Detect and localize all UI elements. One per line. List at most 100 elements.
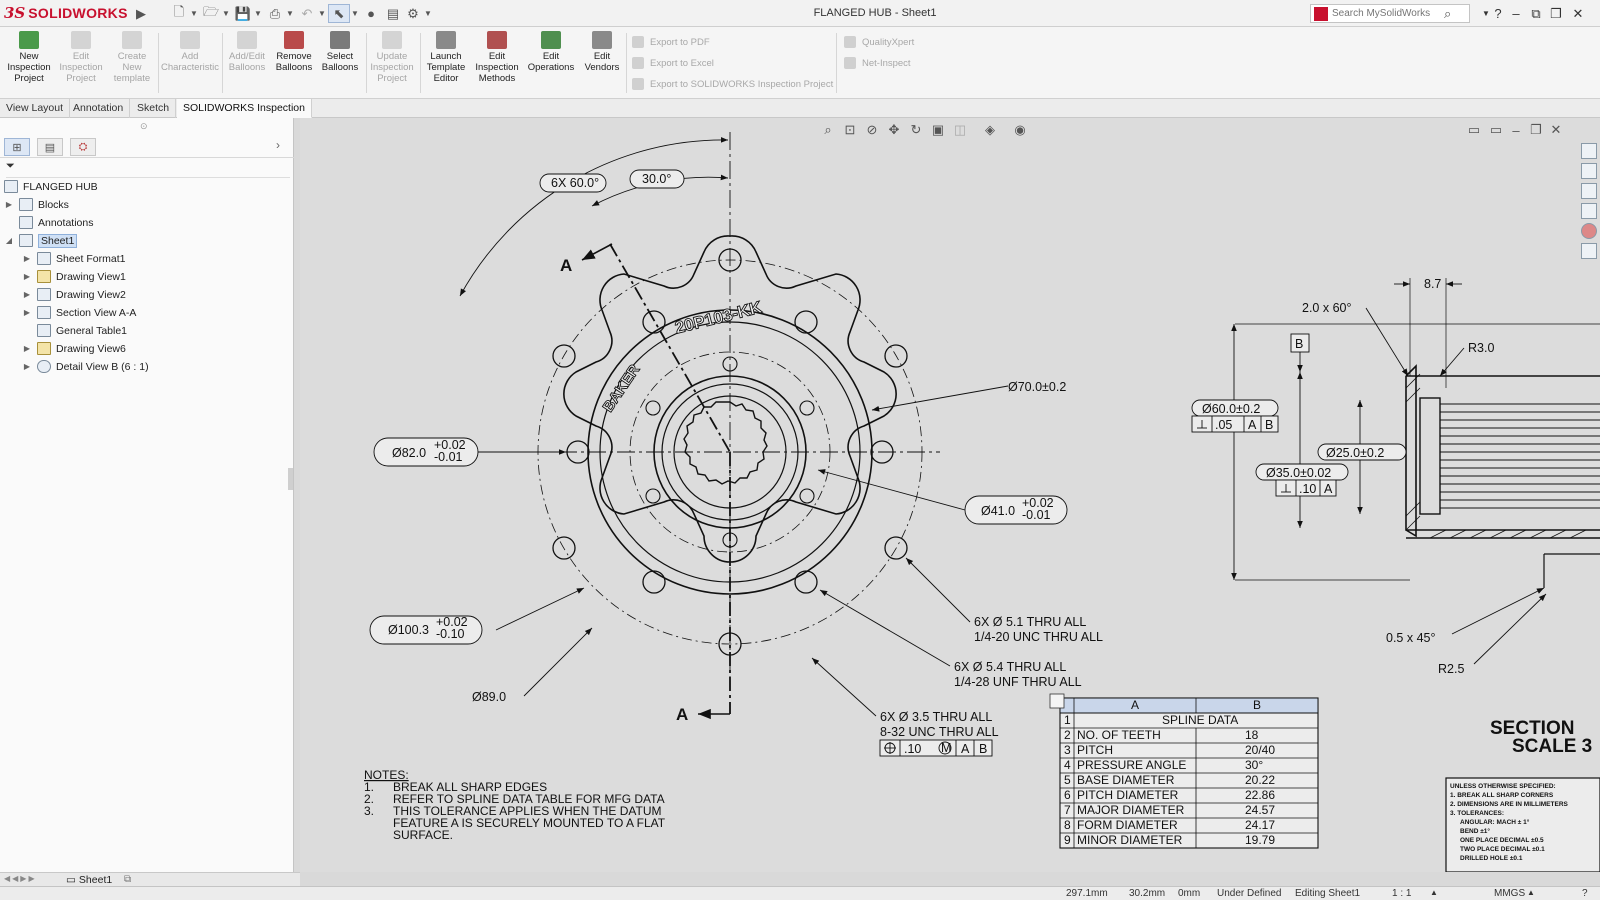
chevron-down-icon[interactable]: ▼ <box>423 4 433 23</box>
table-cell-a[interactable]: PITCH <box>1077 743 1113 757</box>
new-inspection-project-button[interactable]: New Inspection Project <box>4 31 54 95</box>
expand-icon[interactable]: ▶ <box>22 344 32 353</box>
status-units[interactable]: MMGS <box>1494 888 1525 899</box>
dim-d100[interactable]: Ø100.3 +0.02 -0.10 <box>369 615 483 645</box>
viewport-restore-icon[interactable]: ❐ <box>1528 122 1544 138</box>
table-cell-a[interactable]: NO. OF TEETH <box>1077 728 1161 742</box>
expand-icon[interactable]: ▶ <box>22 308 32 317</box>
table-move-handle-icon[interactable] <box>1049 693 1065 709</box>
remove-balloons-button[interactable]: Remove Balloons <box>272 31 316 95</box>
quick-tips-icon[interactable]: ? <box>1582 888 1588 899</box>
appearances-icon[interactable] <box>1581 223 1597 239</box>
tree-item-blocks[interactable]: ▶ Blocks <box>4 196 69 213</box>
search-icon[interactable]: ⌕ <box>1444 6 1451 22</box>
solidworks-logo[interactable]: 3S SOLIDWORKS <box>4 2 128 24</box>
table-cell-b[interactable]: 18 <box>1245 728 1259 742</box>
expand-icon[interactable]: ▶ <box>22 362 32 371</box>
previous-view-icon[interactable]: ⊘ <box>864 122 880 138</box>
restore-icon[interactable]: ❐ <box>1546 4 1566 23</box>
table-cell-a[interactable]: MINOR DIAMETER <box>1077 833 1183 847</box>
view-left-icon[interactable]: ▭ <box>1466 122 1482 138</box>
expand-icon[interactable]: ▶ <box>22 254 32 263</box>
create-new-template-button[interactable]: Create New template <box>108 31 156 95</box>
viewport-minimize-icon[interactable]: – <box>1508 122 1524 138</box>
custom-properties-icon[interactable] <box>1581 243 1597 259</box>
edit-inspection-project-button[interactable]: Edit Inspection Project <box>56 31 106 95</box>
add-edit-balloons-button[interactable]: Add/Edit Balloons <box>224 31 270 95</box>
print-icon[interactable]: ⎙ <box>264 4 286 23</box>
hole-callout-1[interactable]: 6X Ø 5.1 THRU ALL 1/4-20 UNC THRU ALL <box>974 615 1103 644</box>
chevron-down-icon[interactable]: ▼ <box>253 4 263 23</box>
tab-annotation[interactable]: Annotation <box>67 99 131 118</box>
expand-icon[interactable]: ▶ <box>22 290 32 299</box>
perpendicularity-frame-2[interactable]: .10 A <box>1275 479 1337 497</box>
design-library-icon[interactable] <box>1581 163 1597 179</box>
display-style-icon[interactable]: ▣ <box>930 122 946 138</box>
panel-grip-icon[interactable]: ⊙ <box>140 121 148 132</box>
tree-item-drawing-view1[interactable]: ▶ Drawing View1 <box>22 268 126 285</box>
new-file-icon[interactable]: 🗋 <box>168 4 190 23</box>
update-inspection-project-button[interactable]: Update Inspection Project <box>368 31 416 95</box>
table-cell-b[interactable]: 20/40 <box>1245 743 1275 757</box>
launch-template-editor-button[interactable]: Launch Template Editor <box>422 31 470 95</box>
scene-icon[interactable]: ◉ <box>1012 122 1028 138</box>
tab-solidworks-inspection[interactable]: SOLIDWORKS Inspection <box>177 99 312 118</box>
edit-inspection-methods-button[interactable]: Edit Inspection Methods <box>472 31 522 95</box>
propertymanager-tab-icon[interactable]: ▤ <box>37 138 63 156</box>
table-cell-b[interactable]: 30° <box>1245 758 1263 772</box>
net-inspect-button[interactable]: Net-Inspect <box>844 55 911 71</box>
table-cell-b[interactable]: 22.86 <box>1245 788 1275 802</box>
dim-d70[interactable]: Ø70.0±0.2 <box>1008 380 1066 394</box>
pan-icon[interactable]: ✥ <box>886 122 902 138</box>
tree-item-sheet-format1[interactable]: ▶ Sheet Format1 <box>22 250 125 267</box>
position-tolerance-frame[interactable]: .10 M A B <box>879 739 993 757</box>
sheet-nav-arrows-icon[interactable]: ◀◀▶▶ <box>4 874 37 883</box>
spline-data-table[interactable]: A B 1 SPLINE DATA 2 NO. OF TEETH 18 3 PITCH 20/40… <box>1049 693 1319 849</box>
save-icon[interactable]: 💾 <box>232 4 254 23</box>
hole-callout-2[interactable]: 6X Ø 5.4 THRU ALL 1/4-28 UNF THRU ALL <box>954 660 1082 689</box>
chevron-down-icon[interactable]: ▼ <box>350 4 360 23</box>
expand-icon[interactable]: ▶ <box>4 200 14 209</box>
table-cell-a[interactable]: BASE DIAMETER <box>1077 773 1175 787</box>
home-icon[interactable] <box>1581 143 1597 159</box>
tree-item-drawing-view2[interactable]: ▶ Drawing View2 <box>22 286 126 303</box>
units-arrow-icon[interactable]: ▲ <box>1527 888 1535 897</box>
dim-6x60[interactable]: 6X 60.0° <box>539 173 607 193</box>
expand-icon[interactable]: ▶ <box>22 272 32 281</box>
edit-appearance-icon[interactable]: ◈ <box>982 122 998 138</box>
hole-callout-3[interactable]: 6X Ø 3.5 THRU ALL 8-32 UNC THRU ALL .10 … <box>879 710 999 757</box>
search-box[interactable]: ⌕ <box>1310 4 1470 23</box>
table-cell-b[interactable]: 19.79 <box>1245 833 1275 847</box>
options-gear-icon[interactable]: ⚙ <box>402 4 424 23</box>
table-cell-a[interactable]: FORM DIAMETER <box>1077 818 1178 832</box>
dim-d82[interactable]: Ø82.0 +0.02 -0.01 <box>373 437 479 467</box>
tree-item-section-view[interactable]: ▶ Section View A-A <box>22 304 136 321</box>
export-excel-button[interactable]: Export to Excel <box>632 55 714 71</box>
sheet-tab-sheet1[interactable]: ▭ Sheet1 <box>62 873 116 887</box>
table-cell-b[interactable]: 24.17 <box>1245 818 1275 832</box>
table-cell-b[interactable]: 20.22 <box>1245 773 1275 787</box>
menu-expand-icon[interactable]: ▶ <box>130 4 152 23</box>
edit-vendors-button[interactable]: Edit Vendors <box>580 31 624 95</box>
hide-show-icon[interactable]: ◫ <box>952 122 968 138</box>
viewport-close-icon[interactable]: ✕ <box>1548 122 1564 138</box>
tree-root[interactable]: FLANGED HUB <box>4 178 98 195</box>
rotate-view-icon[interactable]: ↻ <box>908 122 924 138</box>
export-pdf-button[interactable]: Export to PDF <box>632 34 710 50</box>
traffic-light-icon[interactable]: ● <box>360 4 382 23</box>
table-cell-b[interactable]: 24.57 <box>1245 803 1275 817</box>
featuremanager-tab-icon[interactable]: ⊞ <box>4 138 30 156</box>
edit-operations-button[interactable]: Edit Operations <box>526 31 576 95</box>
table-cell-a[interactable]: MAJOR DIAMETER <box>1077 803 1185 817</box>
table-cell-a[interactable]: PRESSURE ANGLE <box>1077 758 1186 772</box>
zoom-to-area-icon[interactable]: ⊡ <box>842 122 858 138</box>
collapse-icon[interactable]: ◢ <box>4 236 14 245</box>
dim-30[interactable]: 30.0° <box>629 169 685 189</box>
undo-icon[interactable]: ↶ <box>296 4 318 23</box>
file-explorer-icon[interactable] <box>1581 183 1597 199</box>
tree-filter[interactable]: ⏷ <box>6 160 290 178</box>
tab-view-layout[interactable]: View Layout <box>0 99 71 118</box>
close-icon[interactable]: ✕ <box>1568 4 1588 23</box>
dim-d89[interactable]: Ø89.0 <box>472 690 506 704</box>
search-input[interactable] <box>1332 8 1444 19</box>
